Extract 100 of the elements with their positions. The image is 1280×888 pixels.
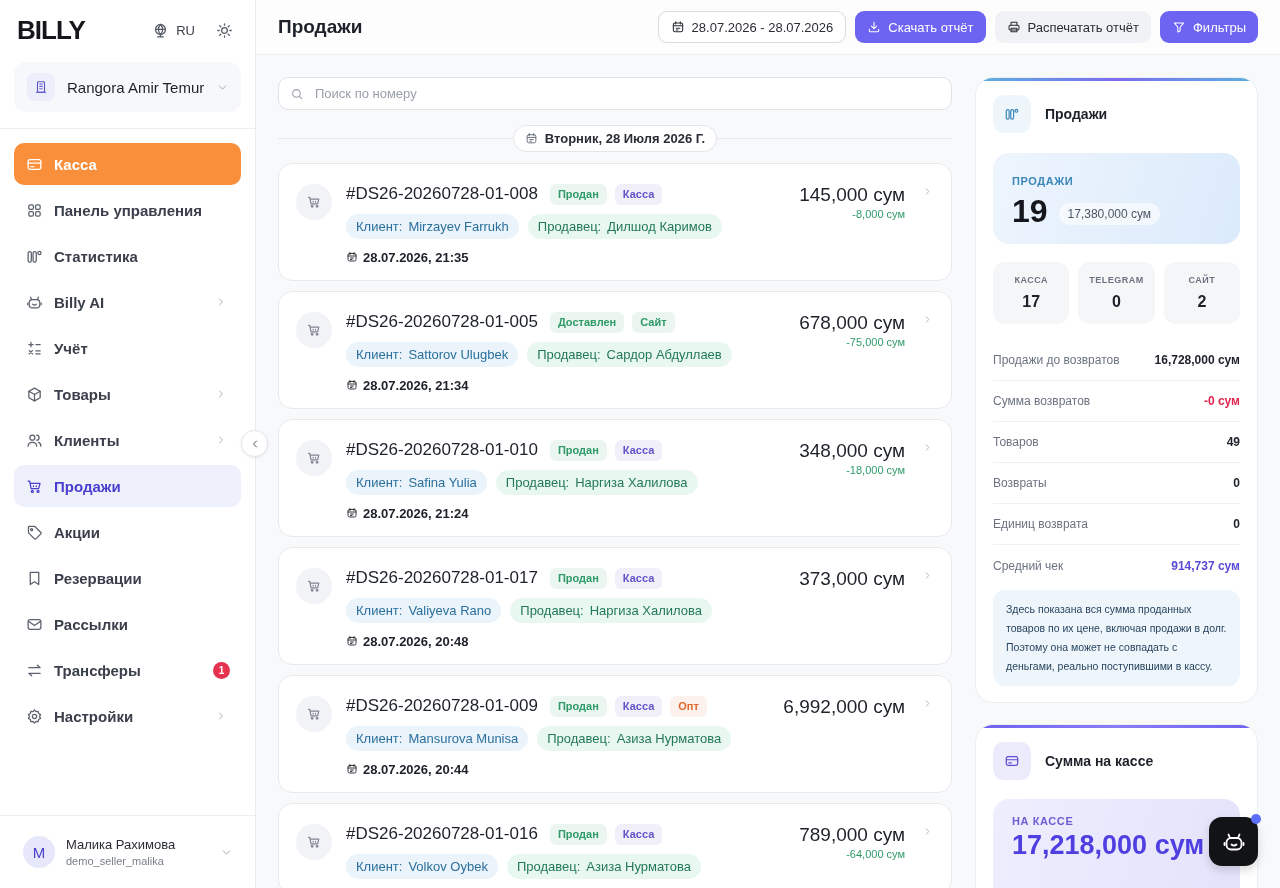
- client-chip: Клиент: Mansurova Munisa: [346, 726, 529, 751]
- notification-dot-icon: [1251, 814, 1261, 824]
- sale-tag: Продан: [549, 183, 607, 205]
- channel-count: 0: [1112, 293, 1121, 311]
- client-chip: Клиент: Safina Yulia: [346, 470, 487, 495]
- print-button[interactable]: Распечатать отчёт: [994, 11, 1151, 43]
- search-icon: [290, 87, 304, 101]
- nav-item[interactable]: Клиенты: [14, 419, 241, 461]
- store-selector[interactable]: Rangora Amir Temur: [14, 62, 241, 112]
- seller-chip: Продавец: Сардор Абдуллаев: [527, 342, 732, 367]
- download-icon: [867, 20, 882, 34]
- sale-card[interactable]: #DS26-20260728-01-010 Продан Касса Клиент: Safina Yulia Продавец: Наргиза Халилова 28.07.2026, 21:24 348,000 сум -18,000 сум: [278, 419, 952, 537]
- client-chip: Клиент: Mirzayev Farrukh: [346, 214, 519, 239]
- sale-amount: 373,000 сум: [799, 567, 905, 591]
- cart-icon: [296, 312, 332, 348]
- nav-item[interactable]: Статистика: [14, 235, 241, 277]
- sale-tag: Касса: [614, 183, 663, 205]
- nav-item[interactable]: Панель управления: [14, 189, 241, 231]
- tag-icon: [26, 523, 43, 541]
- calendar-icon: [670, 20, 685, 34]
- nav-item[interactable]: Продажи: [14, 465, 241, 507]
- grid-icon: [26, 201, 43, 219]
- settings-icon: [26, 707, 43, 725]
- sale-datetime: 28.07.2026, 21:34: [363, 377, 469, 393]
- sale-tag: Касса: [614, 439, 663, 461]
- card-title: Продажи: [1045, 106, 1108, 122]
- building-icon: [27, 73, 55, 101]
- count-badge: 1: [213, 661, 230, 679]
- card-title: Сумма на кассе: [1045, 753, 1154, 769]
- client-chip: Клиент: Valiyeva Rano: [346, 598, 502, 623]
- stat-value: -0 сум: [1203, 394, 1240, 408]
- sale-datetime: 28.07.2026, 20:48: [363, 633, 469, 649]
- date-range-button[interactable]: 28.07.2026 - 28.07.2026: [657, 11, 847, 43]
- cart-icon: [296, 184, 332, 220]
- language-selector[interactable]: RU: [152, 21, 195, 39]
- box-icon: [26, 385, 43, 403]
- seller-chip: Продавец: Наргиза Халилова: [495, 470, 698, 495]
- channel-label: TELEGRAM: [1089, 275, 1144, 285]
- order-number: #DS26-20260728-01-010: [346, 440, 538, 460]
- calculator-icon: [26, 339, 43, 357]
- nav-item[interactable]: Трансферы 1: [14, 649, 241, 691]
- cash-amount: 17,218,000 сум: [1012, 829, 1205, 861]
- discount-amount: -18,000 сум: [846, 464, 905, 476]
- stat-label: Средний чек: [993, 558, 1064, 573]
- sale-tag: Сайт: [632, 311, 675, 333]
- stat-label: Сумма возвратов: [993, 394, 1091, 408]
- sales-total-pill: 17,380,000 сум: [1058, 203, 1161, 225]
- printer-icon: [1006, 20, 1021, 34]
- channel-count: 2: [1197, 293, 1207, 311]
- cart-icon: [296, 440, 332, 476]
- stat-value: 16,728,000 сум: [1154, 353, 1240, 367]
- discount-amount: -64,000 сум: [846, 848, 905, 860]
- sale-card[interactable]: #DS26-20260728-01-017 Продан Касса Клиент: Valiyeva Rano Продавец: Наргиза Халилова 28.07.2026, 20:48 373,000 сум: [278, 547, 952, 665]
- search-field[interactable]: Поиск по номеру: [278, 77, 952, 110]
- sale-datetime: 28.07.2026, 20:44: [363, 761, 469, 777]
- order-number: #DS26-20260728-01-016: [346, 824, 538, 844]
- page-title: Продажи: [278, 16, 363, 38]
- channel-label: КАССА: [1014, 275, 1048, 285]
- sale-card[interactable]: #DS26-20260728-01-016 Продан Касса Клиент: Volkov Oybek Продавец: Азиза Нурматова 789,000 сум -64,000 сум: [278, 803, 952, 888]
- cart-icon: [296, 696, 332, 732]
- info-note: Здесь показана вся сумма проданных товаров по их цене, включая продажи в долг. Поэтому она может не совпадать с деньгами, реально поступившими в кассу.: [993, 590, 1240, 686]
- sale-card[interactable]: #DS26-20260728-01-009 Продан Касса Опт Клиент: Mansurova Munisa Продавец: Азиза Нурматова 28.07.2026, 20:44 6,992,000 сум: [278, 675, 952, 793]
- sale-card[interactable]: #DS26-20260728-01-008 Продан Касса Клиент: Mirzayev Farrukh Продавец: Дилшод Каримов 28.07.2026, 21:35 145,000 сум -8,000 сум: [278, 163, 952, 281]
- nav-item[interactable]: Товары: [14, 373, 241, 415]
- nav-item[interactable]: Акции: [14, 511, 241, 553]
- cart-icon: [296, 568, 332, 604]
- sale-tag: Продан: [549, 567, 607, 589]
- download-button[interactable]: Скачать отчёт: [855, 11, 986, 43]
- nav-item[interactable]: Резервации: [14, 557, 241, 599]
- sale-datetime: 28.07.2026, 21:24: [363, 505, 469, 521]
- discount-amount: -8,000 сум: [852, 208, 905, 220]
- assistant-button[interactable]: [1209, 817, 1258, 866]
- cart-icon: [296, 824, 332, 860]
- brand-logo: BILLY: [17, 17, 85, 43]
- sale-amount: 145,000 сум: [799, 183, 905, 207]
- stat-value: 914,737 сум: [1171, 558, 1240, 573]
- seller-chip: Продавец: Наргиза Халилова: [510, 598, 713, 623]
- sale-card[interactable]: #DS26-20260728-01-005 Доставлен Сайт Клиент: Sattorov Ulugbek Продавец: Сардор Абдуллаев 28.07.2026, 21:34 678,000 сум -75,000 сум: [278, 291, 952, 409]
- sale-tag: Продан: [549, 695, 607, 717]
- nav-item[interactable]: Учёт: [14, 327, 241, 369]
- calendar-icon: [346, 251, 358, 263]
- nav-item[interactable]: Настройки: [14, 695, 241, 737]
- user-login: demo_seller_malika: [66, 855, 165, 867]
- stat-label: Единиц возврата: [993, 517, 1089, 531]
- channel-label: САЙТ: [1188, 275, 1216, 285]
- nav-item[interactable]: Рассылки: [14, 603, 241, 645]
- stat-value: 49: [1226, 435, 1240, 449]
- stat-label: Возвраты: [993, 476, 1047, 490]
- filter-button[interactable]: Фильтры: [1160, 11, 1258, 43]
- sale-tag: Касса: [614, 823, 663, 845]
- bars-icon: [993, 95, 1031, 133]
- sale-tag: Продан: [549, 439, 607, 461]
- card-icon: [993, 742, 1031, 780]
- sales-count: 19: [1012, 192, 1048, 231]
- sun-icon[interactable]: [216, 21, 233, 39]
- nav-item[interactable]: Billy AI: [14, 281, 241, 323]
- sale-tag: Доставлен: [549, 311, 625, 333]
- seller-chip: Продавец: Дилшод Каримов: [527, 214, 722, 239]
- client-chip: Клиент: Volkov Oybek: [346, 854, 498, 879]
- cash-label: НА КАССЕ: [1012, 815, 1074, 827]
